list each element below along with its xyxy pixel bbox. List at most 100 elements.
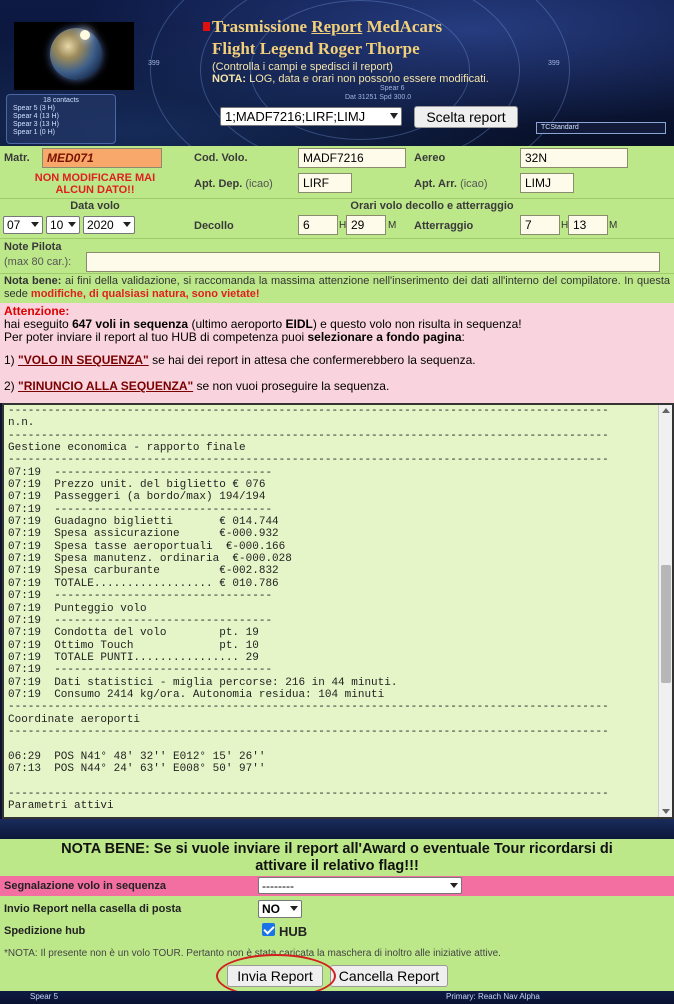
apt-arr-field[interactable]: LIMJ bbox=[520, 173, 574, 193]
spedizione-hub-label: Spedizione hub bbox=[4, 925, 86, 937]
hud-contact: Spear 4 (13 H) bbox=[13, 113, 59, 120]
divider bbox=[0, 198, 674, 199]
attention-panel: Attenzione: hai eseguito 647 voli in seq… bbox=[0, 303, 674, 403]
hud-contacts-panel: 18 contacts Spear 5 (3 H) Spear 4 (13 H)… bbox=[6, 94, 116, 144]
log-line: ----------------------------------------… bbox=[8, 701, 609, 714]
atterraggio-label: Atterraggio bbox=[414, 220, 474, 232]
header-banner: 399 399 Spear 6 Dat 31251 Spd 300.0 18 c… bbox=[0, 0, 674, 146]
rinuncio-sequenza-link[interactable]: "RINUNCIO ALLA SEQUENZA" bbox=[18, 379, 193, 393]
apt-dep-field[interactable]: LIRF bbox=[298, 173, 352, 193]
hud-number: 399 bbox=[548, 60, 560, 67]
decorative-strip: Spear 5 Primary: Reach Nav Alpha bbox=[0, 991, 674, 1004]
hud-dat-label: Dat 31251 Spd 300.0 bbox=[345, 94, 412, 101]
chevron-down-icon bbox=[290, 906, 298, 911]
chevron-down-icon bbox=[390, 113, 398, 119]
log-line: ----------------------------------------… bbox=[8, 405, 609, 417]
apt-dep-label: Apt. Dep. (icao) bbox=[194, 178, 273, 190]
nota-bene-text: Nota bene: ai fini della validazione, si… bbox=[4, 275, 671, 300]
chevron-down-icon bbox=[123, 222, 131, 227]
log-line: Coordinate aeroporti bbox=[8, 713, 141, 726]
decollo-minute-field[interactable]: 29 bbox=[346, 215, 386, 235]
note-pilota-label: Note Pilota bbox=[4, 241, 62, 253]
log-line: 07:19 --------------------------------- bbox=[8, 590, 273, 603]
log-line: 07:19 Consumo 2414 kg/ora. Autonomia res… bbox=[8, 688, 385, 701]
divider bbox=[0, 273, 674, 274]
sequence-row: Segnalazione volo in sequenza -------- bbox=[0, 876, 674, 896]
log-line: 07:19 Dati statistici - miglia percorse:… bbox=[8, 676, 398, 689]
log-line: 07:19 TOTALE PUNTI................ 29 bbox=[8, 651, 259, 664]
matr-label: Matr. bbox=[4, 152, 30, 164]
sun-flare-icon bbox=[80, 30, 90, 40]
log-line: 07:19 --------------------------------- bbox=[8, 614, 273, 627]
flight-log-textarea[interactable]: ----------------------------------------… bbox=[2, 403, 674, 819]
decorative-band bbox=[0, 819, 674, 839]
log-line: 07:19 Condotta del volo pt. 19 bbox=[8, 627, 259, 640]
hud-number: 399 bbox=[148, 60, 160, 67]
flight-log-content: ----------------------------------------… bbox=[6, 405, 660, 817]
submit-form: NOTA BENE: Se si vuole inviare il report… bbox=[0, 839, 674, 991]
cod-volo-label: Cod. Volo. bbox=[194, 152, 248, 164]
note-pilota-field[interactable] bbox=[86, 252, 660, 272]
decollo-label: Decollo bbox=[194, 220, 234, 232]
divider bbox=[0, 238, 674, 239]
aereo-field[interactable]: 32N bbox=[520, 148, 628, 168]
aereo-label: Aereo bbox=[414, 152, 446, 164]
scelta-report-button[interactable]: Scelta report bbox=[414, 106, 518, 128]
log-line: 07:19 Punteggio volo bbox=[8, 602, 147, 615]
page-subtitle: Flight Legend Roger Thorpe bbox=[212, 39, 420, 58]
hub-label: HUB bbox=[279, 924, 308, 939]
invio-report-label: Invio Report nella casella di posta bbox=[4, 903, 182, 915]
scroll-down-icon[interactable] bbox=[662, 809, 670, 814]
log-line: 07:19 --------------------------------- bbox=[8, 503, 273, 516]
hud-contacts-title: 18 contacts bbox=[43, 97, 79, 104]
globe-image bbox=[14, 22, 134, 90]
atterraggio-hour-field[interactable]: 7 bbox=[520, 215, 560, 235]
day-select[interactable]: 07 bbox=[3, 216, 43, 234]
log-line: n.n. bbox=[8, 417, 35, 430]
minute-unit: M bbox=[609, 220, 618, 231]
log-line: 07:19 TOTALE.................. € 010.786 bbox=[8, 577, 279, 590]
log-line: ----------------------------------------… bbox=[8, 787, 609, 800]
strip-right-label: Primary: Reach Nav Alpha bbox=[446, 992, 540, 1001]
data-volo-label: Data volo bbox=[70, 200, 120, 212]
chevron-down-icon bbox=[68, 222, 76, 227]
instructions-text: (Controlla i campi e spedisci il report) bbox=[212, 61, 393, 73]
matr-field[interactable]: MED071 bbox=[42, 148, 162, 168]
atterraggio-minute-field[interactable]: 13 bbox=[568, 215, 608, 235]
log-line: 07:19 Passeggeri (a bordo/max) 194/194 bbox=[8, 491, 266, 504]
log-line: 07:19 --------------------------------- bbox=[8, 466, 273, 479]
log-line: 07:19 Spesa carburante €-002.832 bbox=[8, 565, 279, 578]
sequence-label: Segnalazione volo in sequenza bbox=[4, 880, 166, 892]
cod-volo-field[interactable]: MADF7216 bbox=[298, 148, 406, 168]
hub-checkbox[interactable] bbox=[262, 923, 275, 936]
scroll-thumb[interactable] bbox=[661, 565, 671, 683]
log-line: ----------------------------------------… bbox=[8, 725, 609, 738]
strip-left-label: Spear 5 bbox=[30, 992, 59, 1001]
note-hint: (max 80 car.): bbox=[4, 256, 72, 268]
log-scrollbar[interactable] bbox=[658, 405, 672, 817]
sequence-select[interactable]: -------- bbox=[258, 877, 462, 894]
option-volo-in-sequenza: 1) "VOLO IN SEQUENZA" se hai dei report … bbox=[4, 353, 476, 367]
warning-text: NON MODIFICARE MAI ALCUN DATO!! bbox=[34, 172, 156, 196]
hud-contact: Spear 1 (0 H) bbox=[13, 129, 56, 136]
cancella-report-button[interactable]: Cancella Report bbox=[330, 965, 448, 987]
scroll-up-icon[interactable] bbox=[662, 408, 670, 413]
hud-right-panel: TCStandard bbox=[536, 122, 666, 134]
flight-report-select[interactable]: 1;MADF7216;LIRF;LIMJ bbox=[220, 107, 402, 126]
month-select[interactable]: 10 bbox=[46, 216, 80, 234]
hud-contact: Spear 3 (13 H) bbox=[13, 121, 59, 128]
log-line: 07:19 Guadagno biglietti € 014.744 bbox=[8, 516, 279, 529]
log-line: 07:19 Spesa manutenz. ordinaria €-000.02… bbox=[8, 553, 292, 566]
note-text: NOTA: LOG, data e orari non possono esse… bbox=[212, 73, 489, 85]
decollo-hour-field[interactable]: 6 bbox=[298, 215, 338, 235]
log-line: 07:19 Spesa assicurazione €-000.932 bbox=[8, 528, 279, 541]
volo-in-sequenza-link[interactable]: "VOLO IN SEQUENZA" bbox=[18, 353, 149, 367]
year-select[interactable]: 2020 bbox=[83, 216, 135, 234]
option-rinuncio-sequenza: 2) "RINUNCIO ALLA SEQUENZA" se non vuoi … bbox=[4, 379, 390, 393]
invio-report-select[interactable]: NO bbox=[258, 900, 302, 918]
log-line: ----------------------------------------… bbox=[8, 454, 609, 467]
log-line: Gestione economica - rapporto finale bbox=[8, 442, 246, 455]
attention-line2: Per poter inviare il report al tuo HUB d… bbox=[4, 330, 465, 344]
